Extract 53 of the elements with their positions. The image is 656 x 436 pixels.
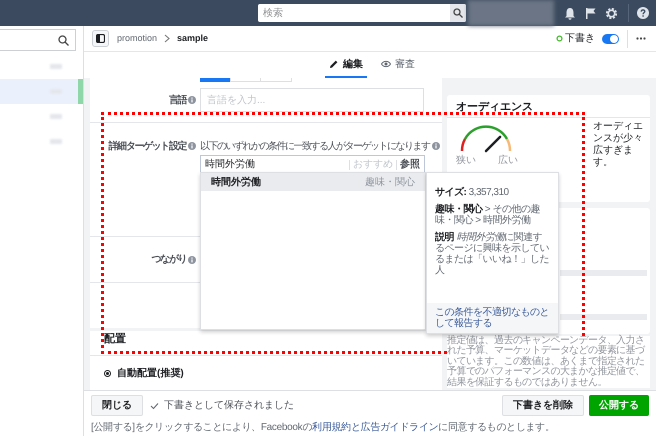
draft-toggle[interactable]	[602, 34, 619, 44]
radio-button[interactable]	[104, 370, 111, 377]
panel-toggle-button[interactable]	[92, 30, 109, 47]
targeting-description: 以下のいずれかの条件に一致する人がターゲットになります	[200, 140, 430, 154]
flag-icon	[585, 7, 596, 19]
pencil-icon	[329, 59, 339, 69]
terms-link[interactable]: 利用規約と広告ガイドライン	[312, 422, 438, 433]
eye-icon	[381, 59, 391, 69]
segmented-control[interactable]	[200, 78, 292, 82]
status-ring-icon	[556, 35, 563, 42]
search-value: 時間外労働	[205, 158, 256, 172]
info-icon	[188, 96, 196, 104]
field-label: 詳細ターゲット設定	[108, 139, 186, 154]
card-title: オーディエンス	[455, 100, 534, 115]
settings-icon	[605, 6, 618, 20]
search-icon	[58, 34, 69, 46]
help-icon	[637, 7, 649, 19]
delete-draft-button[interactable]: 下書きを削除	[502, 395, 584, 416]
audience-message: オーディエンスが少々広すぎます。	[593, 121, 644, 169]
breadcrumb-item[interactable]: sample	[177, 32, 208, 46]
radio-label: 自動配置(推奨)	[117, 366, 184, 381]
close-button[interactable]: 閉じる	[91, 395, 143, 416]
save-status: 下書きとして保存されました	[164, 398, 294, 413]
gauge-low-label: 狭い	[456, 155, 476, 166]
search-button[interactable]	[450, 4, 466, 22]
size-info: サイズ: 3,357,310	[435, 187, 510, 198]
suggestion-name: 時間外労働	[211, 176, 262, 190]
more-icon	[636, 37, 646, 40]
sidebar-panel-icon	[96, 34, 105, 43]
bell-icon	[564, 6, 576, 20]
section-title: 配置	[104, 333, 127, 346]
search-icon	[453, 8, 463, 18]
info-icon	[188, 142, 196, 150]
draft-status: 下書き	[565, 32, 595, 46]
info-icon	[432, 142, 440, 150]
legal-notice: [公開する]をクリックすることにより、Facebookの利用規約と広告ガイドラインに同意するものとします。	[91, 420, 556, 435]
field-label: 言語	[168, 93, 186, 108]
suggestion-item[interactable]: 時間外労働 趣味・関心	[201, 173, 425, 191]
browse-link[interactable]: 参照	[400, 157, 420, 172]
language-input-field[interactable]: 言語を入力...	[200, 88, 424, 112]
sidebar-search-field[interactable]	[0, 29, 76, 51]
description-text: 説明 時間外労働に関連するページに興味を示しているまたは「いいね！」した人	[435, 232, 550, 276]
suggestion-category: 趣味・関心	[365, 176, 415, 190]
category-path: 趣味・関心 > その他の趣味・関心 > 時間外労働	[435, 204, 541, 226]
gauge-high-label: 広い	[498, 155, 518, 166]
field-label: つながり	[152, 253, 186, 267]
sidebar-item[interactable]	[0, 79, 83, 104]
check-icon	[150, 402, 159, 410]
estimate-note: 推定値は、過去のキャンペーンデータ、入力された予算、マーケットデータなどの要素に基づいています。この数値は、あくまで指定された予算でのパフォーマンスの大まかな推定値で、結果を保証するものではありません。	[447, 336, 650, 388]
info-icon	[188, 256, 196, 264]
tab[interactable]: 審査	[377, 52, 419, 78]
breadcrumb-item[interactable]: promotion	[117, 32, 158, 46]
chevron-right-icon	[163, 34, 172, 43]
